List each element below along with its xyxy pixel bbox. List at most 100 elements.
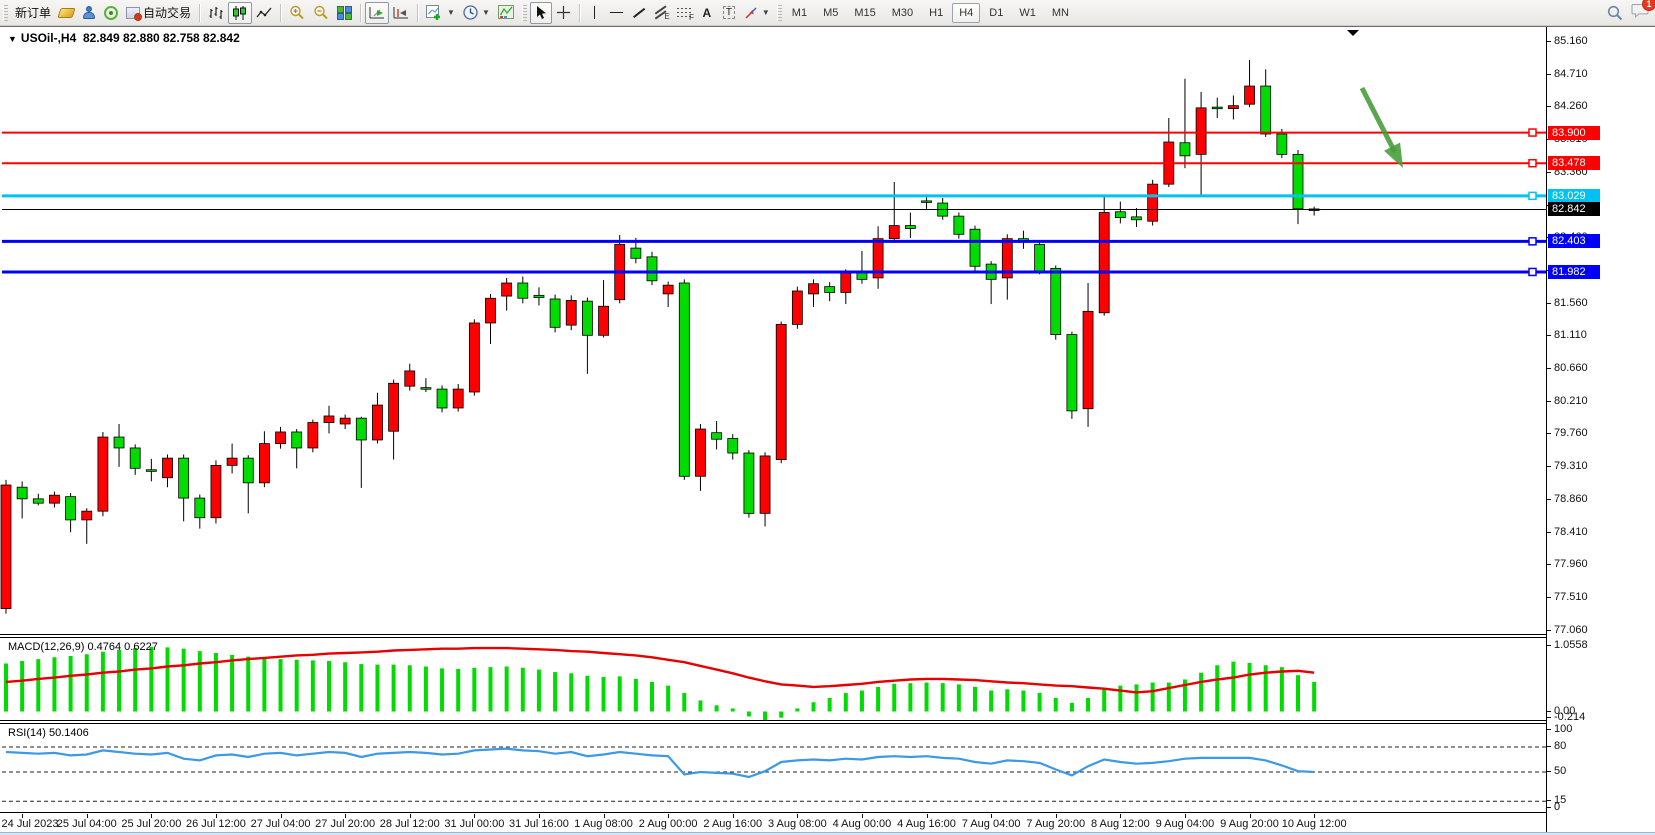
bull-candle: [599, 306, 609, 335]
trend-arrow-annotation[interactable]: [1362, 88, 1395, 152]
cursor-button[interactable]: [530, 2, 552, 24]
line-chart-button[interactable]: [252, 2, 276, 24]
fibonacci-tool[interactable]: F: [673, 2, 696, 24]
timeframe-button-w1[interactable]: W1: [1012, 3, 1043, 23]
scroll-to-end-marker[interactable]: [1347, 30, 1359, 36]
notifications-button[interactable]: 1: [1631, 3, 1649, 23]
arrows-tool[interactable]: ▼: [740, 2, 774, 24]
toolbar-drag-handle[interactable]: [777, 5, 782, 21]
bear-candle: [1180, 143, 1190, 156]
rsi-plot[interactable]: [0, 724, 1546, 814]
timeframe-button-h4[interactable]: H4: [952, 3, 980, 23]
tile-windows-button[interactable]: [333, 2, 356, 24]
autotrading-button[interactable]: 自动交易: [122, 2, 195, 24]
price-axis[interactable]: 85.16084.71084.26083.81083.36082.91082.4…: [1546, 27, 1655, 832]
chart-title: ▼USOil-,H4 82.849 82.880 82.758 82.842: [8, 31, 240, 45]
timeframe-button-h1[interactable]: H1: [922, 3, 950, 23]
timeframe-button-m15[interactable]: M15: [847, 3, 882, 23]
axis-tick: [1547, 532, 1551, 533]
main-chart-pane[interactable]: ▼USOil-,H4 82.849 82.880 82.758 82.842: [0, 27, 1546, 635]
line-drag-handle[interactable]: [1529, 268, 1536, 275]
timeframe-button-m5[interactable]: M5: [816, 3, 845, 23]
macd-plot[interactable]: [0, 638, 1546, 722]
templates-button[interactable]: [494, 2, 519, 24]
price-axis-label: 81.110: [1554, 329, 1587, 341]
date-label: 1 Aug 08:00: [574, 818, 633, 830]
chart-ohlc-values: 82.849 82.880 82.758 82.842: [83, 31, 240, 45]
search-icon[interactable]: [1607, 5, 1623, 21]
candlestick-plot[interactable]: [0, 27, 1546, 635]
date-label: 10 Aug 12:00: [1282, 818, 1347, 830]
bear-candle: [905, 226, 915, 229]
bear-candle: [857, 273, 867, 280]
bear-candle: [712, 433, 722, 440]
zoom-in-button[interactable]: [285, 2, 309, 24]
text-label-icon: T: [723, 6, 735, 19]
rsi-line: [6, 749, 1314, 777]
axis-tick: [1547, 771, 1551, 772]
rsi-label: RSI(14) 50.1406: [8, 727, 89, 739]
vertical-line-tool[interactable]: [584, 2, 606, 24]
date-label: 2 Aug 00:00: [639, 818, 698, 830]
toolbar-drag-handle[interactable]: [522, 5, 527, 21]
bear-candle: [179, 458, 189, 498]
timeframe-button-mn[interactable]: MN: [1045, 3, 1076, 23]
zoom-out-button[interactable]: [309, 2, 333, 24]
text-tool[interactable]: A: [696, 2, 718, 24]
bull-candle: [841, 273, 851, 293]
bull-candle: [695, 429, 705, 476]
bull-candle: [276, 432, 286, 444]
timeframe-button-m1[interactable]: M1: [785, 3, 814, 23]
text-tool-icon: A: [703, 6, 712, 20]
macd-pane[interactable]: MACD(12,26,9) 0.4764 0.6227: [0, 637, 1546, 721]
date-label: 7 Aug 20:00: [1026, 818, 1085, 830]
timeframe-button-d1[interactable]: D1: [982, 3, 1010, 23]
rsi-pane[interactable]: RSI(14) 50.1406: [0, 723, 1546, 813]
price-axis-label: 84.260: [1554, 100, 1588, 112]
bear-candle: [1035, 244, 1045, 271]
toolbar-drag-handle[interactable]: [3, 5, 8, 21]
bar-chart-button[interactable]: [204, 2, 228, 24]
axis-tick: [1547, 711, 1551, 712]
market-button[interactable]: [55, 2, 78, 24]
crosshair-button[interactable]: [552, 2, 575, 24]
zoom-out-icon: [313, 5, 329, 20]
community-button[interactable]: [78, 2, 100, 24]
signals-button[interactable]: [100, 2, 122, 24]
periods-button[interactable]: ▼: [459, 2, 494, 24]
level-price-badge: 81.982: [1548, 265, 1600, 279]
auto-scroll-button[interactable]: [365, 2, 389, 24]
date-label: 26 Jul 12:00: [186, 818, 246, 830]
new-order-button[interactable]: 新订单: [11, 2, 55, 24]
templates-icon: [498, 5, 515, 20]
fibonacci-icon: F: [677, 6, 692, 19]
autotrading-label: 自动交易: [143, 4, 191, 21]
bull-candle: [889, 226, 899, 239]
date-axis[interactable]: 24 Jul 202325 Jul 04:0025 Jul 20:0026 Ju…: [0, 814, 1546, 832]
macd-label: MACD(12,26,9) 0.4764 0.6227: [8, 641, 158, 653]
channel-tool[interactable]: E: [650, 2, 673, 24]
bear-candle: [1132, 217, 1142, 220]
bull-candle: [372, 405, 382, 440]
line-drag-handle[interactable]: [1529, 160, 1536, 167]
chart-shift-button[interactable]: [389, 2, 413, 24]
date-label: 9 Aug 04:00: [1156, 818, 1215, 830]
candlestick-chart-button[interactable]: [228, 2, 252, 24]
timeframe-button-m30[interactable]: M30: [885, 3, 920, 23]
horizontal-line-tool[interactable]: [606, 2, 628, 24]
text-label-tool[interactable]: T: [718, 2, 740, 24]
bull-candle: [502, 283, 512, 296]
line-drag-handle[interactable]: [1529, 129, 1536, 136]
bull-candle: [469, 323, 479, 392]
chevron-down-icon: ▼: [482, 8, 490, 17]
indicators-button[interactable]: ▼: [422, 2, 459, 24]
line-drag-handle[interactable]: [1529, 192, 1536, 199]
trendline-tool[interactable]: [628, 2, 650, 24]
bull-candle: [1228, 106, 1238, 109]
line-drag-handle[interactable]: [1529, 238, 1536, 245]
chart-window: ▼USOil-,H4 82.849 82.880 82.758 82.842 M…: [0, 26, 1655, 831]
axis-tick: [1547, 597, 1551, 598]
collapse-arrow-icon[interactable]: ▼: [8, 34, 17, 44]
price-axis-label: 79.310: [1554, 460, 1588, 472]
bull-candle: [98, 437, 108, 511]
